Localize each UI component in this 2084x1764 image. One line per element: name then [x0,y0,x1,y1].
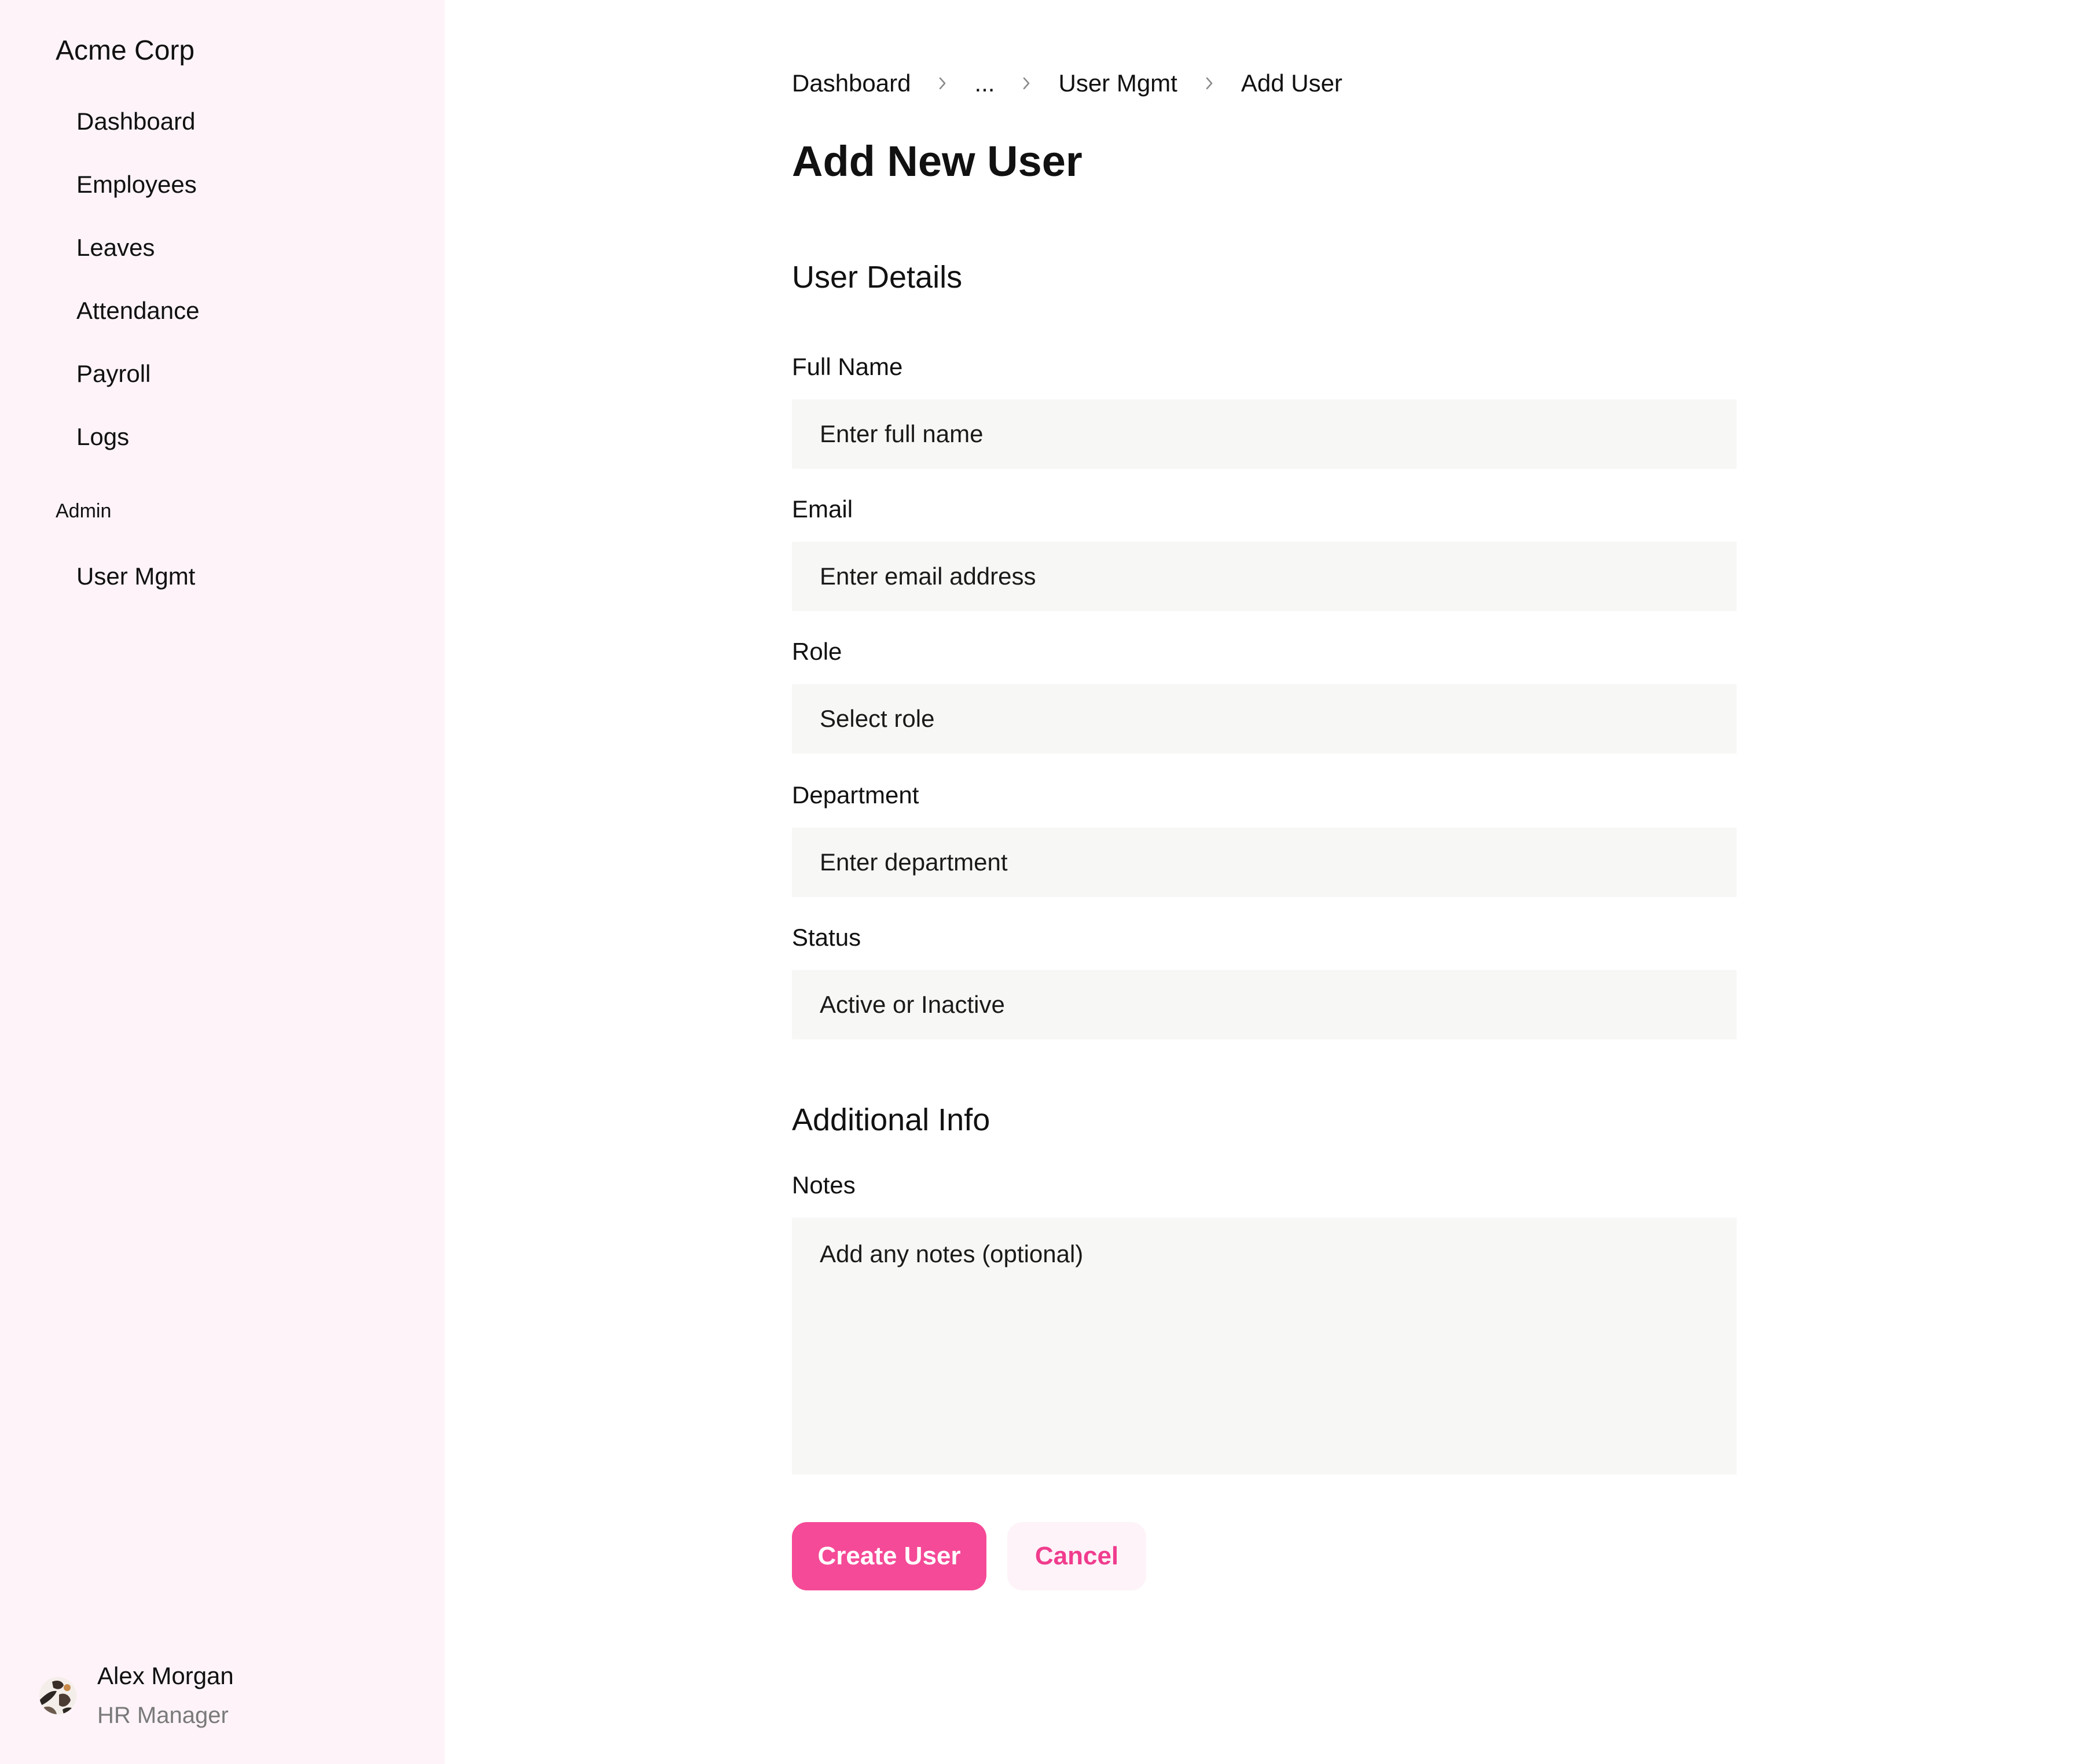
user-name: Alex Morgan [97,1662,234,1689]
cancel-button[interactable]: Cancel [1007,1522,1146,1590]
status-label: Status [792,924,861,951]
department-input[interactable] [792,828,1737,897]
chevron-right-icon [911,67,974,100]
sidebar-item-attendance[interactable]: Attendance [76,297,200,325]
breadcrumb-ellipsis[interactable]: ... [974,69,995,97]
sidebar-item-dashboard[interactable]: Dashboard [76,108,195,135]
create-user-button[interactable]: Create User [792,1522,986,1590]
breadcrumb-dashboard[interactable]: Dashboard [792,69,911,97]
full-name-input[interactable] [792,399,1737,469]
current-user[interactable]: Alex Morgan HR Manager [39,1655,387,1736]
email-input[interactable] [792,542,1737,611]
sidebar: Acme Corp Dashboard Employees Leaves Att… [0,0,445,1764]
section-title-additional-info: Additional Info [792,1102,990,1137]
page-title: Add New User [792,137,1083,185]
breadcrumb: Dashboard ... User Mgmt Add User [792,67,1342,100]
status-input[interactable] [792,970,1737,1039]
sidebar-item-employees[interactable]: Employees [76,171,197,199]
full-name-label: Full Name [792,353,903,380]
department-label: Department [792,781,919,808]
email-label: Email [792,495,853,523]
user-avatar-icon [39,1677,76,1714]
sidebar-item-user-mgmt[interactable]: User Mgmt [76,563,195,590]
breadcrumb-user-mgmt[interactable]: User Mgmt [1058,69,1177,97]
breadcrumb-add-user: Add User [1241,69,1342,97]
sidebar-item-logs[interactable]: Logs [76,423,129,451]
chevron-right-icon [995,67,1058,100]
role-label: Role [792,638,842,665]
chevron-right-icon [1177,67,1241,100]
sidebar-item-leaves[interactable]: Leaves [76,234,155,262]
role-select[interactable] [792,684,1737,754]
avatar[interactable] [39,1677,76,1714]
sidebar-item-payroll[interactable]: Payroll [76,360,151,388]
user-role: HR Manager [97,1703,229,1728]
notes-label: Notes [792,1171,856,1199]
sidebar-section-admin: Admin [56,500,112,522]
notes-textarea[interactable] [792,1218,1737,1475]
section-title-user-details: User Details [792,260,963,295]
brand-name: Acme Corp [56,35,195,66]
